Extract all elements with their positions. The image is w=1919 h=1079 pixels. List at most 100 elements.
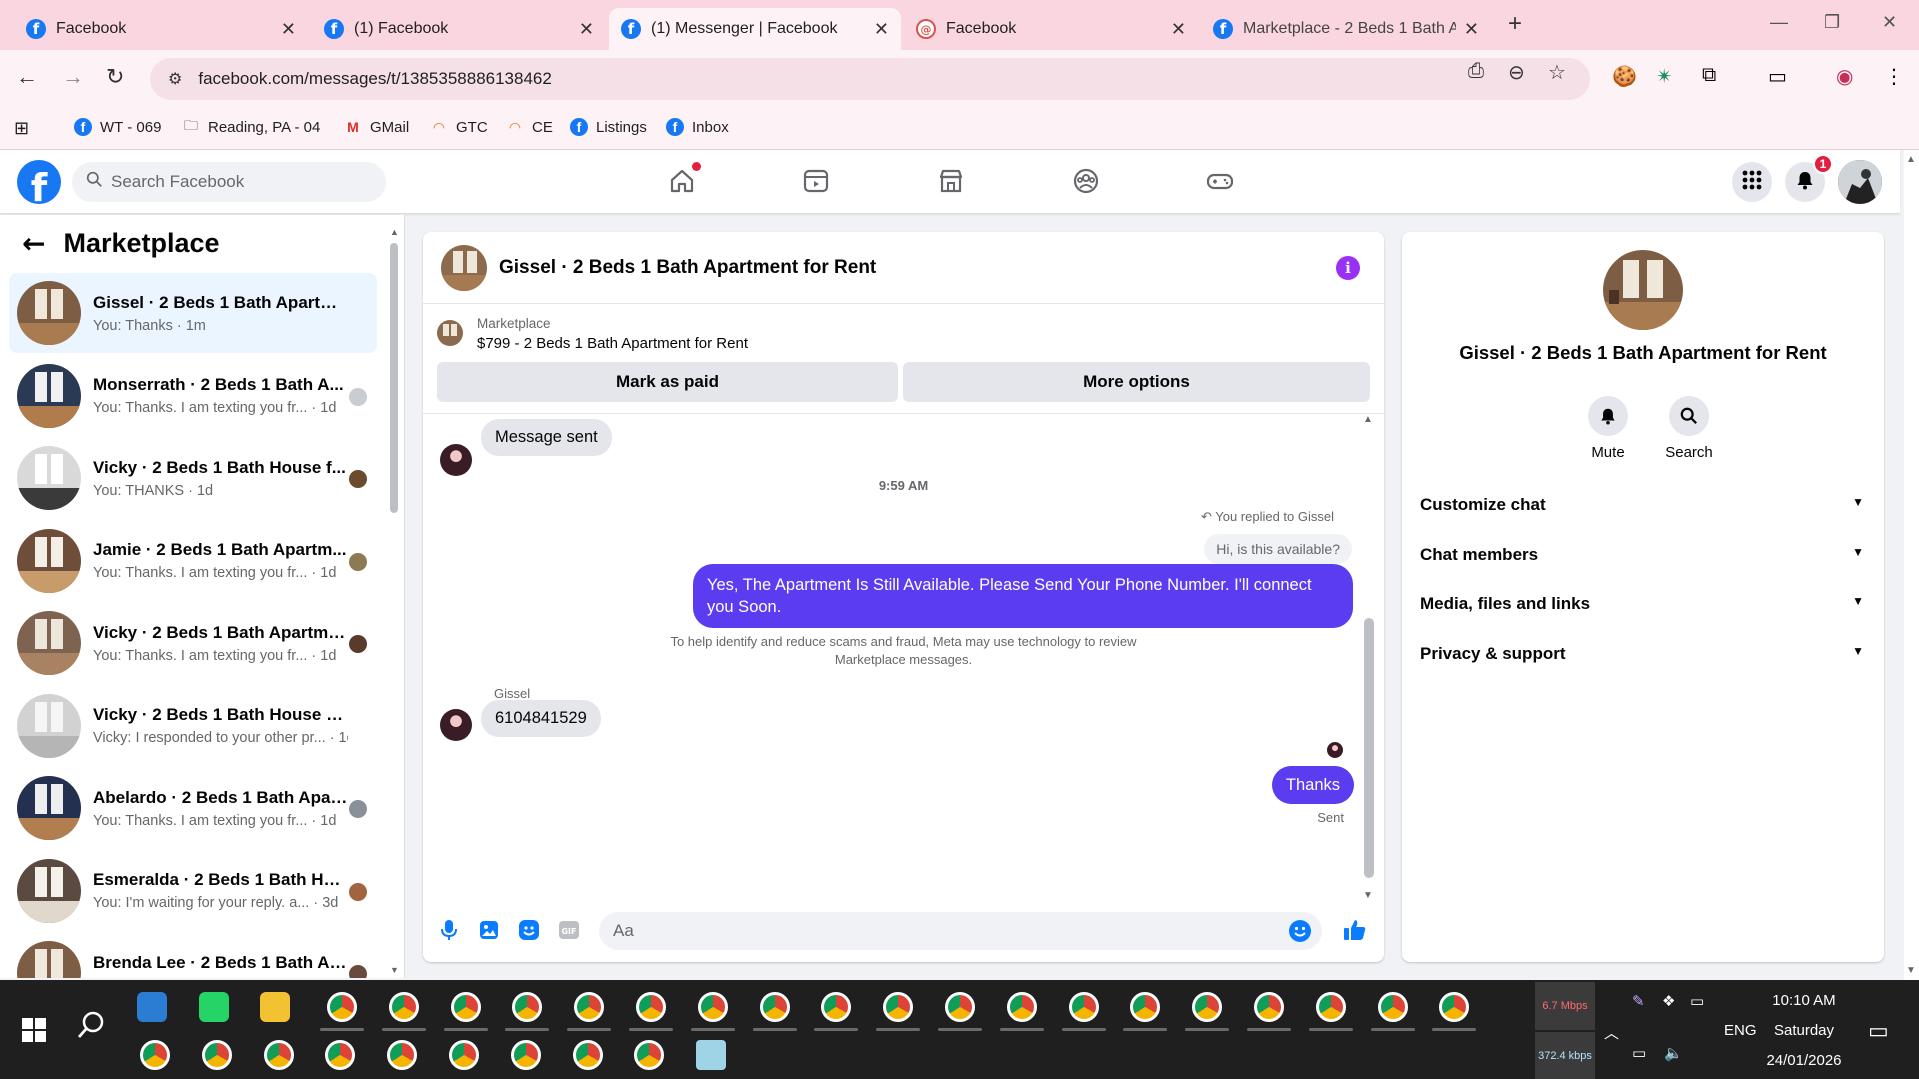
chrome-profile-icon[interactable]	[450, 992, 481, 1022]
chrome-profile-icon[interactable]	[1439, 992, 1470, 1022]
customize-chat-section[interactable]: Customize chat ▼	[1420, 495, 1868, 515]
close-tab-icon[interactable]: ✕	[281, 19, 296, 40]
file-explorer-icon[interactable]	[260, 992, 290, 1022]
chrome-profile-icon[interactable]	[1192, 992, 1223, 1022]
listing-avatar-large[interactable]	[1603, 250, 1683, 330]
thumbs-up-icon[interactable]	[1343, 918, 1367, 942]
scrollbar-thumb[interactable]	[1364, 618, 1374, 878]
minimize-icon[interactable]: —	[1770, 12, 1788, 33]
bookmark-wt-069[interactable]: f WT - 069	[74, 118, 161, 136]
cookie-extension-icon[interactable]: 🍪	[1612, 64, 1637, 89]
media-cast-icon[interactable]: ▭	[1768, 64, 1787, 89]
search-in-chat-button[interactable]: Search	[1654, 396, 1724, 461]
close-tab-icon[interactable]: ✕	[579, 19, 594, 40]
chrome-profile-icon[interactable]	[883, 992, 914, 1022]
sidebar-scrollbar[interactable]: ▲ ▼	[390, 227, 399, 977]
conversation-item[interactable]: Esmeralda · 2 Beds 1 Bath Ho... You: I'm …	[9, 851, 377, 931]
chrome-profile-icon[interactable]	[636, 992, 666, 1022]
chrome-profile-icon[interactable]	[574, 992, 605, 1022]
outgoing-message[interactable]: Yes, The Apartment Is Still Available. P…	[693, 564, 1353, 628]
scroll-up-icon[interactable]: ▲	[1906, 154, 1916, 165]
scroll-down-icon[interactable]: ▼	[1906, 965, 1916, 976]
chrome-profile-icon[interactable]	[140, 1040, 170, 1070]
notifications-button[interactable]: 1	[1785, 154, 1833, 202]
bookmark-inbox[interactable]: f Inbox	[666, 118, 729, 136]
chrome-profile-icon[interactable]	[1068, 992, 1099, 1022]
tab-facebook-2[interactable]: f (1) Facebook ✕	[312, 8, 606, 50]
clock-day[interactable]: Saturday	[1760, 1022, 1848, 1039]
extensions-puzzle-icon[interactable]: ⧉	[1702, 64, 1716, 87]
chat-scrollbar[interactable]: ▲ ▼	[1363, 414, 1374, 901]
chrome-profile-icon[interactable]	[572, 1040, 603, 1070]
tab-facebook-3[interactable]: @ Facebook ✕	[904, 8, 1198, 50]
chrome-profile-icon[interactable]	[1006, 992, 1037, 1022]
chrome-profile-icon[interactable]	[1254, 992, 1284, 1022]
outgoing-message[interactable]: Thanks	[1271, 766, 1354, 804]
close-tab-icon[interactable]: ✕	[874, 19, 889, 40]
tab-facebook-1[interactable]: f Facebook ✕	[14, 8, 308, 50]
pen-tray-icon[interactable]: ✎	[1632, 992, 1645, 1010]
account-avatar[interactable]	[1838, 160, 1882, 204]
bookmark-star-icon[interactable]: ☆	[1548, 60, 1566, 85]
close-tab-icon[interactable]: ✕	[1464, 19, 1479, 40]
photo-icon[interactable]	[477, 918, 501, 942]
mute-button[interactable]: Mute	[1573, 396, 1643, 461]
chat-title[interactable]: Gissel · 2 Beds 1 Bath Apartment for Ren…	[499, 257, 876, 279]
menu-grid-button[interactable]	[1732, 162, 1772, 202]
bookmark-listings[interactable]: f Listings	[570, 118, 647, 136]
mark-as-paid-button[interactable]: Mark as paid	[437, 362, 898, 402]
dropbox-icon[interactable]: ❖	[1662, 992, 1675, 1010]
chrome-profile-icon[interactable]	[388, 992, 419, 1022]
conversation-item[interactable]: Monserrath · 2 Beds 1 Bath A... You: Than…	[9, 356, 377, 436]
apps-grid-icon[interactable]: ⊞	[14, 118, 29, 139]
tray-chevron-up-icon[interactable]: ︿	[1604, 1022, 1619, 1043]
bookmark-gmail[interactable]: M GMail	[344, 118, 409, 136]
microphone-icon[interactable]	[437, 918, 461, 942]
search-input[interactable]	[111, 172, 361, 192]
marketplace-icon[interactable]	[936, 166, 966, 196]
back-arrow-icon[interactable]: ←	[22, 227, 45, 260]
notes-app-icon[interactable]	[696, 1040, 726, 1070]
zoom-icon[interactable]: ⊖	[1508, 60, 1525, 85]
quoted-message[interactable]: Hi, is this available?	[1204, 534, 1352, 564]
tab-marketplace[interactable]: f Marketplace - 2 Beds 1 Bath Ap ✕	[1201, 8, 1491, 50]
gif-icon[interactable]: GIF	[557, 918, 581, 942]
windows-start-icon[interactable]	[22, 1018, 46, 1046]
scroll-down-icon[interactable]: ▼	[390, 965, 399, 975]
reload-icon[interactable]: ↻	[106, 64, 124, 90]
chrome-profile-icon[interactable]	[1315, 992, 1346, 1022]
chrome-profile-icon[interactable]	[945, 992, 975, 1022]
message-input-box[interactable]	[599, 912, 1322, 950]
chrome-profile-icon[interactable]	[512, 992, 543, 1022]
marketplace-listing-banner[interactable]: Marketplace $799 - 2 Beds 1 Bath Apartme…	[437, 316, 748, 352]
clock-time[interactable]: 10:10 AM	[1760, 992, 1848, 1009]
conversation-item[interactable]: Jamie · 2 Beds 1 Bath Apartm... You: Than…	[9, 521, 377, 601]
conversation-item[interactable]: Vicky · 2 Beds 1 Bath House for ... Vicky…	[9, 686, 377, 766]
restore-icon[interactable]: ❐	[1824, 12, 1840, 33]
conversation-item[interactable]: Vicky · 2 Beds 1 Bath House f... You: THA…	[9, 438, 377, 518]
facebook-search-box[interactable]	[72, 162, 386, 202]
chrome-profile-icon[interactable]	[510, 1040, 541, 1070]
volume-icon[interactable]: 🔈	[1664, 1044, 1683, 1062]
groups-icon[interactable]	[1071, 166, 1101, 196]
chrome-profile-icon[interactable]	[634, 1040, 665, 1070]
message-input[interactable]	[613, 921, 1253, 941]
chrome-profile-icon[interactable]	[263, 1040, 294, 1070]
whatsapp-icon[interactable]	[198, 992, 229, 1022]
chrome-profile-icon[interactable]	[1377, 992, 1408, 1022]
back-icon[interactable]: ←	[16, 64, 38, 90]
sender-avatar[interactable]	[440, 709, 472, 741]
close-tab-icon[interactable]: ✕	[1171, 19, 1186, 40]
profile-icon[interactable]: ◉	[1836, 64, 1853, 89]
chrome-profile-icon[interactable]	[449, 1040, 479, 1070]
scroll-up-icon[interactable]: ▲	[1363, 414, 1373, 425]
language-indicator[interactable]: ENG	[1724, 1022, 1757, 1039]
sticker-icon[interactable]	[517, 918, 541, 942]
media-files-links-section[interactable]: Media, files and links ▼	[1420, 594, 1868, 614]
scrollbar-thumb[interactable]	[390, 243, 398, 513]
emoji-icon[interactable]	[1288, 919, 1312, 947]
clock-date[interactable]: 24/01/2026	[1760, 1052, 1848, 1069]
conversation-item[interactable]: Gissel · 2 Beds 1 Bath Apartmen... You: T…	[9, 273, 377, 353]
listing-avatar[interactable]	[441, 244, 487, 291]
chrome-profile-icon[interactable]	[201, 1040, 232, 1070]
